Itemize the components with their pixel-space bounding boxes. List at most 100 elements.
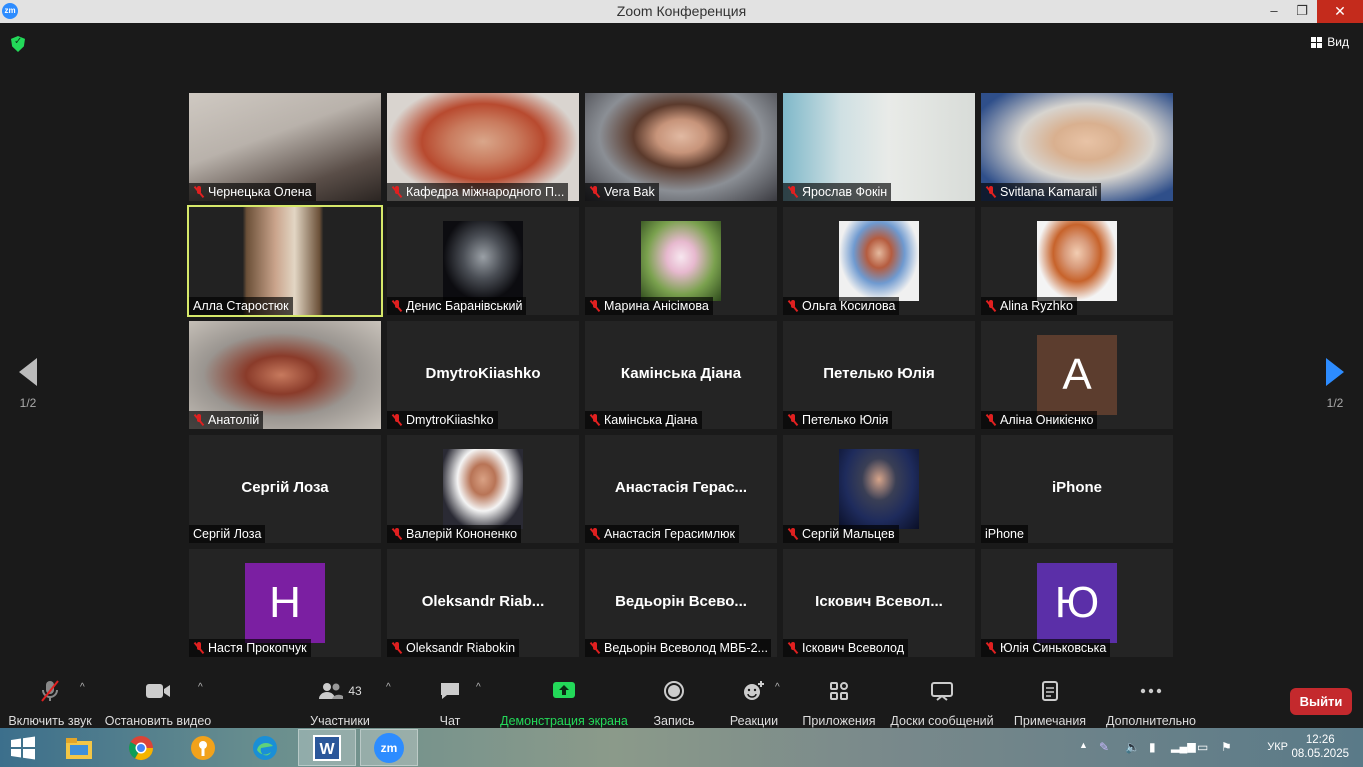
- video-camera-icon: [146, 684, 170, 698]
- participant-name: Svitlana Kamarali: [1000, 185, 1098, 199]
- previous-page-button[interactable]: 1/2: [8, 358, 48, 410]
- minimize-button[interactable]: ‒: [1260, 0, 1288, 23]
- participant-name-label: Сергій Лоза: [189, 525, 266, 543]
- share-screen-label: Демонстрация экрана: [500, 714, 628, 728]
- participant-name-label: Кафедра міжнародного П...: [387, 183, 569, 201]
- pen-icon[interactable]: ✎: [1099, 740, 1109, 754]
- system-clock[interactable]: 12:26 08.05.2025: [1291, 733, 1349, 761]
- participant-tile[interactable]: Svitlana Kamarali: [981, 93, 1173, 201]
- unmute-label: Включить звук: [8, 714, 92, 728]
- stop-video-button[interactable]: Остановить видео: [104, 678, 212, 728]
- participant-avatar: [1037, 221, 1117, 301]
- taskbar-zoom[interactable]: zm: [360, 729, 418, 766]
- participant-tile[interactable]: Ведьорін Всево... Ведьорін Всеволод МВБ-…: [585, 549, 777, 657]
- input-language-indicator[interactable]: УКР: [1267, 741, 1288, 753]
- participant-tile[interactable]: Alina Ryzhko: [981, 207, 1173, 315]
- participant-tile[interactable]: DmytroKiiashko DmytroKiiashko: [387, 321, 579, 429]
- participant-tile[interactable]: Денис Баранівський: [387, 207, 579, 315]
- word-icon: W: [313, 734, 341, 761]
- participant-name-label: Марина Анісімова: [585, 297, 713, 315]
- chat-label: Чат: [439, 714, 461, 728]
- participant-tile[interactable]: H Настя Прокопчук: [189, 549, 381, 657]
- zoom-taskbar-icon: zm: [374, 732, 404, 763]
- meeting-controls-toolbar: Включить звук ^ Остановить видео ^ 43 Уч…: [0, 670, 1363, 728]
- participant-name: Чернецька Олена: [208, 185, 312, 199]
- participants-count: 43: [348, 684, 362, 698]
- participant-name: Аліна Оникієнко: [1000, 413, 1094, 427]
- volume-icon[interactable]: 🔈: [1125, 740, 1140, 754]
- participant-tile[interactable]: Петелько Юлія Петелько Юлія: [783, 321, 975, 429]
- participant-tile[interactable]: Анастасія Герас... Анастасія Герасимлюк: [585, 435, 777, 543]
- participant-tile[interactable]: Ю Юлія Синьковська: [981, 549, 1173, 657]
- participant-tile[interactable]: A Аліна Оникієнко: [981, 321, 1173, 429]
- participant-name-label: Alina Ryzhko: [981, 297, 1077, 315]
- window-title: Zoom Конференция: [616, 3, 747, 19]
- participants-icon: [319, 683, 344, 699]
- mic-muted-icon: [787, 186, 799, 198]
- participant-tile-active-speaker[interactable]: Алла Старостюк: [187, 205, 383, 317]
- show-hidden-icons-icon[interactable]: ▲: [1079, 740, 1088, 750]
- participant-display-name: Іскович Всевол...: [815, 593, 943, 610]
- participant-tile[interactable]: Сергій Мальцев: [783, 435, 975, 543]
- participant-name: Іскович Всеволод: [802, 641, 905, 655]
- participants-button[interactable]: 43 Участники: [305, 678, 375, 728]
- participant-name-label: Денис Баранівський: [387, 297, 527, 315]
- participant-tile[interactable]: Сергій Лоза Сергій Лоза: [189, 435, 381, 543]
- restore-button[interactable]: ❐: [1288, 0, 1316, 23]
- close-button[interactable]: ✕: [1317, 0, 1363, 23]
- participant-display-name: Анастасія Герас...: [614, 479, 748, 496]
- taskbar-edge[interactable]: [236, 729, 294, 766]
- caret-up-icon: ^: [775, 682, 780, 693]
- more-button[interactable]: Дополнительно: [1104, 678, 1198, 728]
- record-button[interactable]: Запись: [648, 678, 700, 728]
- participant-avatar: [839, 449, 919, 529]
- notes-button[interactable]: Примечания: [1012, 678, 1088, 728]
- whiteboard-icon: [931, 682, 953, 701]
- leave-meeting-button[interactable]: Выйти: [1290, 688, 1352, 715]
- battery-icon[interactable]: ▮: [1149, 740, 1156, 754]
- reactions-button[interactable]: Реакции: [726, 678, 782, 728]
- participant-name: Alina Ryzhko: [1000, 299, 1073, 313]
- participant-name-label: Ярослав Фокін: [783, 183, 892, 201]
- participant-tile[interactable]: Марина Анісімова: [585, 207, 777, 315]
- participant-tile[interactable]: Іскович Всевол... Іскович Всеволод: [783, 549, 975, 657]
- taskbar-word[interactable]: W: [298, 729, 356, 766]
- apps-button[interactable]: Приложения: [800, 678, 878, 728]
- participant-name: Камінська Діана: [604, 413, 698, 427]
- participant-tile[interactable]: Кафедра міжнародного П...: [387, 93, 579, 201]
- window-title-bar: zm Zoom Конференция ‒ ❐ ✕: [0, 0, 1363, 23]
- participant-tile[interactable]: Vera Bak: [585, 93, 777, 201]
- participant-tile[interactable]: Ярослав Фокін: [783, 93, 975, 201]
- taskbar-vpn-app[interactable]: [174, 729, 232, 766]
- view-button[interactable]: Вид: [1311, 35, 1349, 49]
- start-button[interactable]: [0, 729, 46, 766]
- network-icon[interactable]: ▭: [1197, 740, 1208, 754]
- participant-tile[interactable]: Камінська Діана Камінська Діана: [585, 321, 777, 429]
- edge-icon: [253, 735, 277, 760]
- participant-name-label: Чернецька Олена: [189, 183, 316, 201]
- encryption-shield-icon[interactable]: [11, 36, 25, 52]
- participant-tile[interactable]: Чернецька Олена: [189, 93, 381, 201]
- signal-icon[interactable]: ▂▄▆: [1171, 740, 1196, 753]
- taskbar-chrome[interactable]: [112, 729, 170, 766]
- mic-muted-icon: [193, 414, 205, 426]
- chat-button[interactable]: Чат: [430, 678, 470, 728]
- vpn-key-icon: [191, 735, 215, 760]
- whiteboards-button[interactable]: Доски сообщений: [888, 678, 996, 728]
- share-screen-button[interactable]: Демонстрация экрана: [500, 678, 628, 728]
- participant-tile[interactable]: Ольга Косилова: [783, 207, 975, 315]
- more-label: Дополнительно: [1106, 714, 1196, 728]
- participant-name-label: Камінська Діана: [585, 411, 702, 429]
- participant-tile[interactable]: Oleksandr Riab... Oleksandr Riabokin: [387, 549, 579, 657]
- chevron-right-icon: [1326, 358, 1344, 386]
- participant-display-name: iPhone: [1051, 479, 1102, 496]
- file-explorer-icon: [66, 737, 92, 759]
- meeting-top-bar: Вид: [0, 23, 1363, 67]
- participant-tile[interactable]: Валерій Кононенко: [387, 435, 579, 543]
- participant-name: Алла Старостюк: [193, 299, 289, 313]
- taskbar-file-explorer[interactable]: [50, 729, 108, 766]
- next-page-button[interactable]: 1/2: [1315, 358, 1355, 410]
- participant-tile[interactable]: Анатолій: [189, 321, 381, 429]
- participant-tile[interactable]: iPhone iPhone: [981, 435, 1173, 543]
- flag-notification-icon[interactable]: ⚑: [1221, 740, 1232, 754]
